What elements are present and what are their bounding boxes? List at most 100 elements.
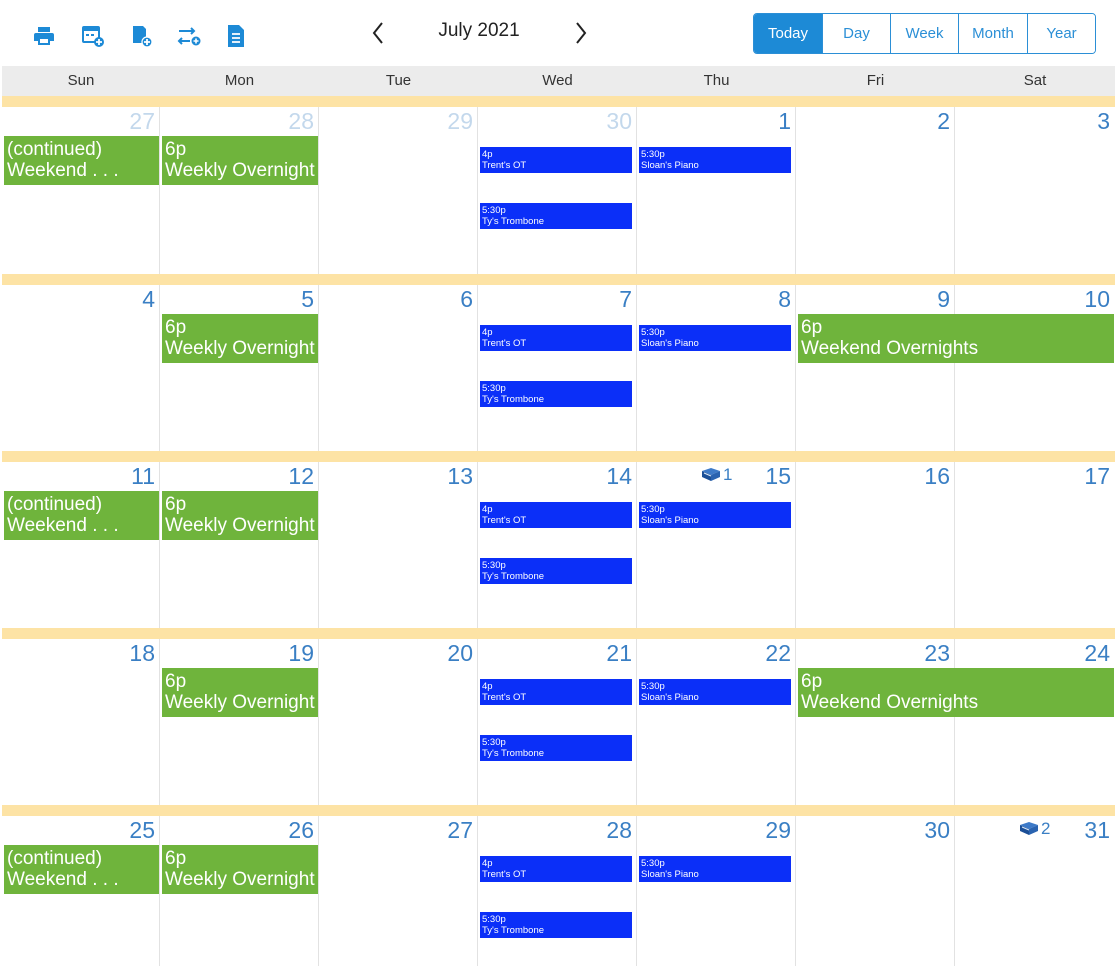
event-overnight[interactable]: 6p Weekly Overnight xyxy=(162,845,318,894)
event-time: 4p xyxy=(482,858,493,869)
week-band[interactable] xyxy=(2,96,1115,107)
day-number[interactable]: 21 xyxy=(482,640,632,667)
event-activity[interactable]: 5:30p Sloan's Piano xyxy=(639,325,791,351)
event-overnight[interactable]: (continued) Weekend . . . xyxy=(4,491,159,540)
event-activity[interactable]: 5:30p Ty's Trombone xyxy=(480,558,632,584)
day-number[interactable]: 9 xyxy=(800,286,950,313)
today-button[interactable]: Today xyxy=(754,14,822,53)
event-overnight[interactable]: (continued) Weekend . . . xyxy=(4,845,159,894)
event-time: 5:30p xyxy=(641,681,665,692)
day-number[interactable]: 4 xyxy=(5,286,155,313)
day-number[interactable]: 14 xyxy=(482,463,632,490)
event-overnight[interactable]: 6p Weekly Overnight xyxy=(162,668,318,717)
event-time: 5:30p xyxy=(482,560,506,571)
event-time: (continued) xyxy=(7,139,103,160)
day-number[interactable]: 30 xyxy=(482,108,632,135)
event-overnight[interactable]: 6p Weekend Overnights xyxy=(798,668,1114,717)
weekday-fri: Fri xyxy=(866,72,885,89)
day-number[interactable]: 10 xyxy=(960,286,1110,313)
weekday-mon: Mon xyxy=(224,72,255,89)
day-number[interactable]: 17 xyxy=(960,463,1110,490)
day-number[interactable]: 13 xyxy=(323,463,473,490)
day-number[interactable]: 6 xyxy=(323,286,473,313)
week-view-button[interactable]: Week xyxy=(890,14,958,53)
week-band[interactable] xyxy=(2,274,1115,285)
day-view-button[interactable]: Day xyxy=(822,14,890,53)
event-activity[interactable]: 4p Trent's OT xyxy=(480,856,632,882)
day-number[interactable]: 11 xyxy=(5,463,155,490)
event-title: Trent's OT xyxy=(482,869,527,880)
day-number[interactable]: 2 xyxy=(800,108,950,135)
weekday-thu: Thu xyxy=(703,72,730,89)
day-number[interactable]: 24 xyxy=(960,640,1110,667)
add-calendar-icon[interactable] xyxy=(77,20,109,52)
day-number[interactable]: 20 xyxy=(323,640,473,667)
chevron-left-icon xyxy=(372,22,383,44)
week-band[interactable] xyxy=(2,805,1115,816)
event-activity[interactable]: 5:30p Ty's Trombone xyxy=(480,381,632,407)
day-number[interactable]: 1 xyxy=(641,108,791,135)
day-number[interactable]: 29 xyxy=(641,817,791,844)
day-number[interactable]: 18 xyxy=(5,640,155,667)
event-activity[interactable]: 4p Trent's OT xyxy=(480,679,632,705)
event-activity[interactable]: 5:30p Ty's Trombone xyxy=(480,912,632,938)
document-icon[interactable] xyxy=(220,20,252,52)
notes-indicator[interactable]: 2 xyxy=(1018,819,1050,839)
day-number[interactable]: 30 xyxy=(800,817,950,844)
day-number[interactable]: 29 xyxy=(323,108,473,135)
day-number[interactable]: 7 xyxy=(482,286,632,313)
event-overnight[interactable]: 6p Weekly Overnight xyxy=(162,314,318,363)
next-month-button[interactable] xyxy=(566,16,596,50)
day-number[interactable]: 26 xyxy=(164,817,314,844)
event-time: 4p xyxy=(482,149,493,160)
weekday-wed: Wed xyxy=(542,72,573,89)
day-number[interactable]: 23 xyxy=(800,640,950,667)
day-number[interactable]: 5 xyxy=(164,286,314,313)
event-title: Weekend Overnights xyxy=(801,692,979,713)
event-overnight[interactable]: 6p Weekly Overnight xyxy=(162,491,318,540)
event-time: 5:30p xyxy=(482,205,506,216)
month-title: July 2021 xyxy=(438,20,520,41)
month-view-button[interactable]: Month xyxy=(958,14,1027,53)
event-overnight[interactable]: 6p Weekly Overnight xyxy=(162,136,318,185)
day-number[interactable]: 28 xyxy=(164,108,314,135)
event-title: Weekly Overnight xyxy=(165,692,315,713)
event-activity[interactable]: 5:30p Sloan's Piano xyxy=(639,147,791,173)
event-time: 4p xyxy=(482,681,493,692)
print-icon[interactable] xyxy=(28,20,60,52)
event-activity[interactable]: 5:30p Ty's Trombone xyxy=(480,735,632,761)
day-number[interactable]: 27 xyxy=(323,817,473,844)
prev-month-button[interactable] xyxy=(363,16,393,50)
event-title: Weekend Overnights xyxy=(801,338,979,359)
event-activity[interactable]: 4p Trent's OT xyxy=(480,147,632,173)
day-number[interactable]: 16 xyxy=(800,463,950,490)
day-number[interactable]: 28 xyxy=(482,817,632,844)
day-number[interactable]: 19 xyxy=(164,640,314,667)
day-number[interactable]: 27 xyxy=(5,108,155,135)
event-activity[interactable]: 5:30p Sloan's Piano xyxy=(639,679,791,705)
event-overnight[interactable]: (continued) Weekend . . . xyxy=(4,136,159,185)
event-activity[interactable]: 5:30p Sloan's Piano xyxy=(639,856,791,882)
event-overnight[interactable]: 6p Weekend Overnights xyxy=(798,314,1114,363)
event-title: Ty's Trombone xyxy=(482,394,545,405)
event-title: Sloan's Piano xyxy=(641,692,699,703)
week-band[interactable] xyxy=(2,628,1115,639)
swap-add-icon[interactable] xyxy=(173,20,205,52)
day-number[interactable]: 3 xyxy=(960,108,1110,135)
year-view-button[interactable]: Year xyxy=(1027,14,1095,53)
event-time: 6p xyxy=(801,317,823,338)
day-number[interactable]: 22 xyxy=(641,640,791,667)
add-event-icon[interactable] xyxy=(125,20,157,52)
week-band[interactable] xyxy=(2,451,1115,462)
event-activity[interactable]: 4p Trent's OT xyxy=(480,325,632,351)
chevron-right-icon xyxy=(576,22,587,44)
event-activity[interactable]: 5:30p Sloan's Piano xyxy=(639,502,791,528)
day-number[interactable]: 8 xyxy=(641,286,791,313)
event-activity[interactable]: 4p Trent's OT xyxy=(480,502,632,528)
event-title: Ty's Trombone xyxy=(482,216,545,227)
event-activity[interactable]: 5:30p Ty's Trombone xyxy=(480,203,632,229)
day-number[interactable]: 12 xyxy=(164,463,314,490)
day-number[interactable]: 25 xyxy=(5,817,155,844)
event-time: 6p xyxy=(165,317,187,338)
notes-indicator[interactable]: 1 xyxy=(700,465,732,485)
